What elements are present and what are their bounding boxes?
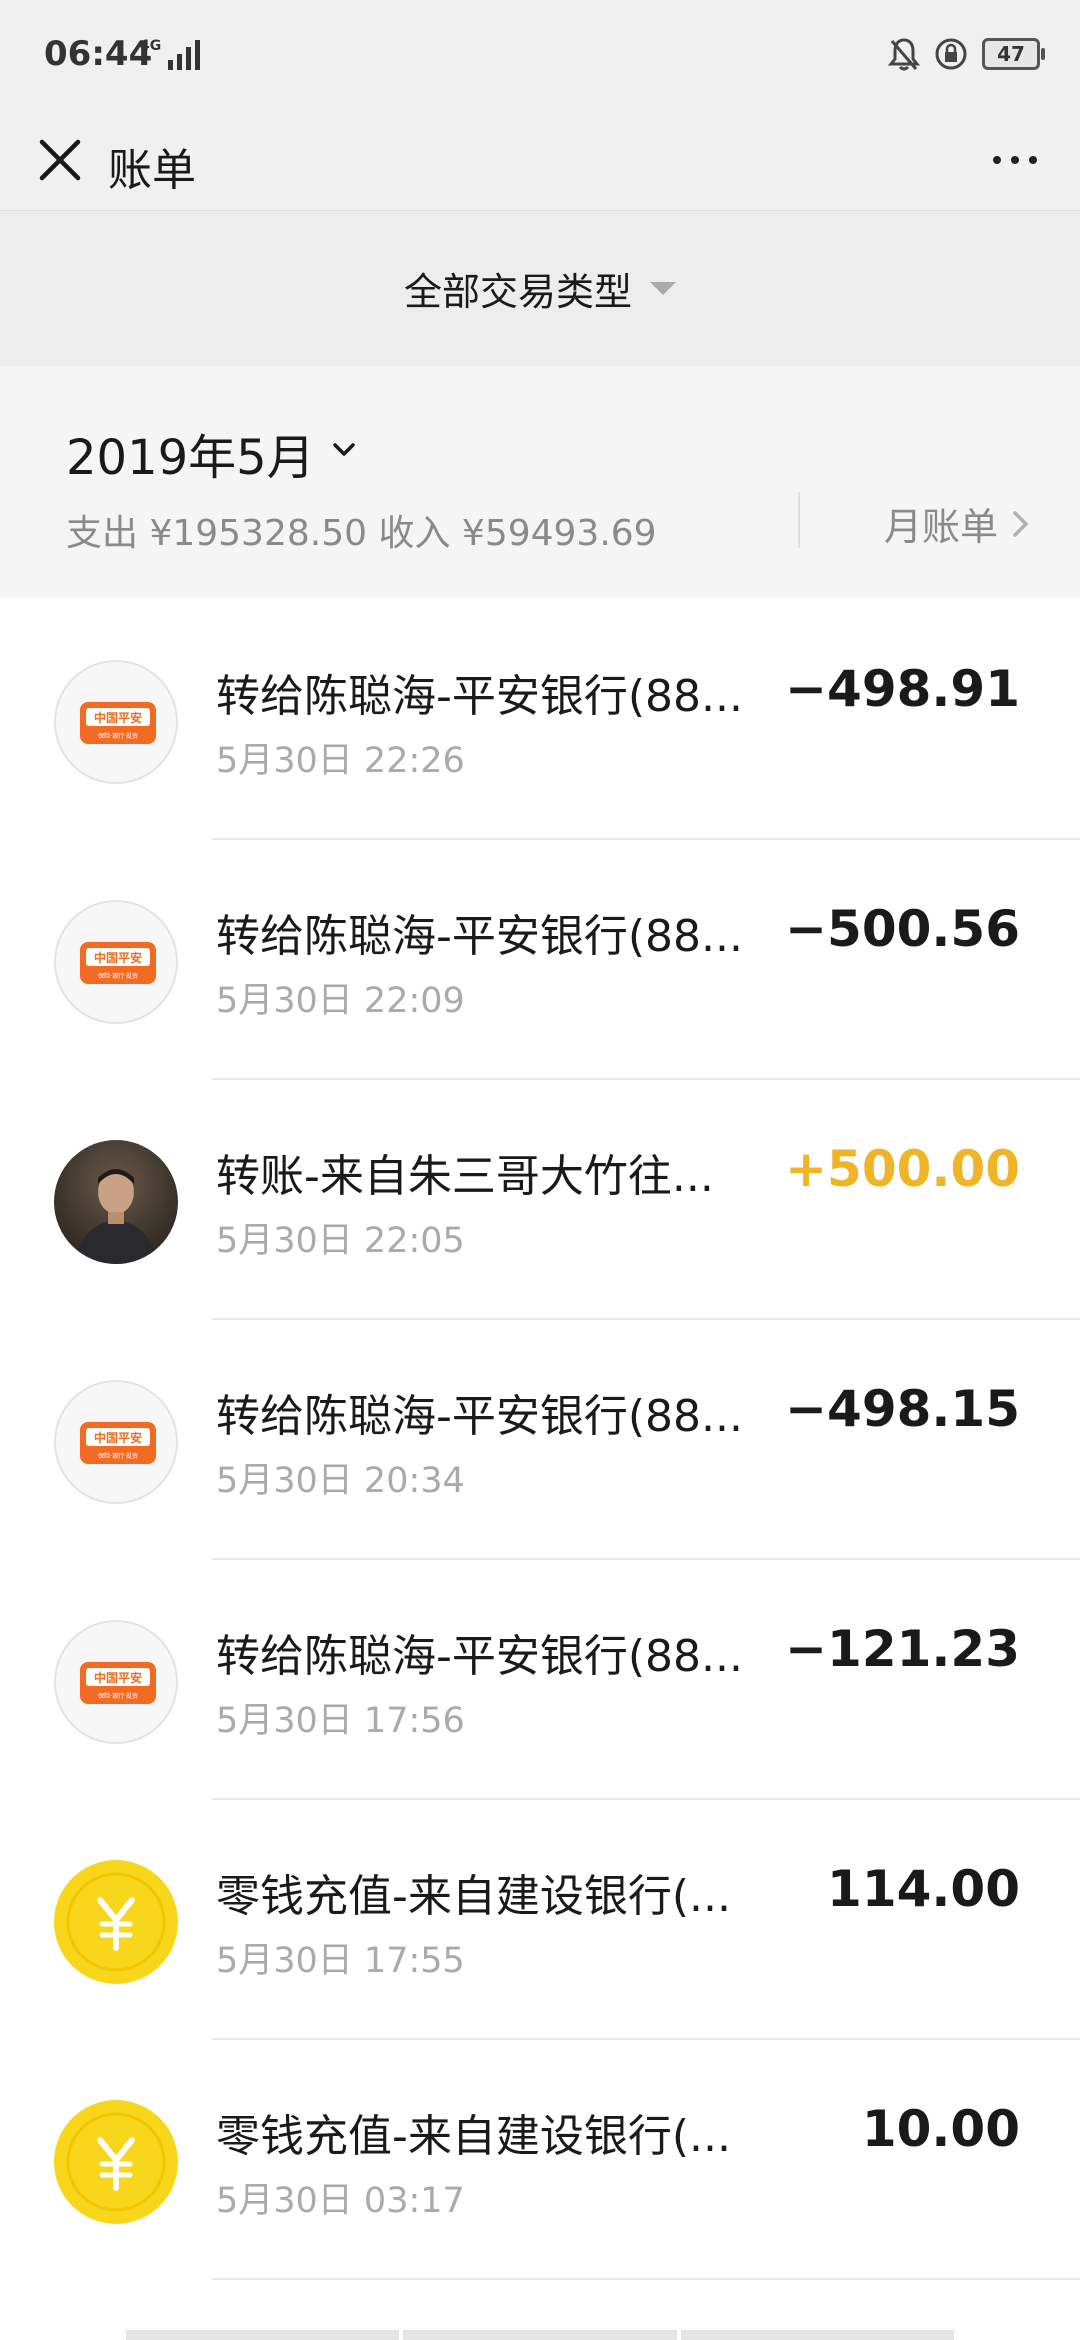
month-selector[interactable]: 2019年5月	[66, 418, 355, 488]
contact-photo	[74, 1169, 158, 1264]
mute-bell-icon	[888, 38, 920, 71]
transaction-amount: 10.00	[861, 2100, 1020, 2158]
ping-an-bank-logo-icon: 中国平安 保险·银行·投资	[80, 942, 156, 984]
filter-label: 全部交易类型	[403, 270, 632, 314]
transaction-amount: +500.00	[785, 1140, 1020, 1198]
network-type: 4G	[140, 38, 162, 54]
month-label: 2019年5月	[66, 430, 315, 486]
nav-bar: 账单	[0, 110, 1080, 211]
more-icon-dot	[1011, 156, 1019, 164]
chevron-down-icon	[332, 443, 355, 456]
divider	[798, 492, 800, 548]
svg-text:保险·银行·投资: 保险·银行·投资	[98, 1692, 138, 1700]
transaction-row[interactable]: 零钱充值-来自建设银行(... 5月30日 17:55 114.00	[0, 1800, 1080, 2040]
transaction-row[interactable]: 零钱充值-来自建设银行(... 5月30日 03:17 10.00	[0, 2040, 1080, 2280]
transaction-amount: −121.23	[785, 1620, 1020, 1678]
transaction-avatar	[54, 1140, 178, 1264]
more-button[interactable]	[980, 130, 1050, 190]
page-title: 账单	[108, 145, 196, 196]
battery-level: 47	[997, 42, 1025, 66]
transaction-title: 转给陈聪海-平安银行(88...	[216, 911, 743, 962]
transaction-time: 5月30日 17:55	[216, 1941, 465, 1981]
transaction-avatar: 中国平安 保险·银行·投资	[54, 900, 178, 1024]
transaction-avatar: 中国平安 保险·银行·投资	[54, 660, 178, 784]
transaction-avatar: 中国平安 保险·银行·投资	[54, 1620, 178, 1744]
row-divider	[212, 2278, 1080, 2280]
svg-text:中国平安: 中国平安	[94, 950, 142, 965]
transaction-avatar	[54, 1860, 178, 1984]
more-icon-dot	[1029, 156, 1037, 164]
transaction-row[interactable]: 中国平安 保险·银行·投资 转给陈聪海-平安银行(88... 5月30日 22:2…	[0, 600, 1080, 840]
more-icon	[993, 156, 1001, 164]
bottom-edge-hint	[126, 2330, 954, 2340]
rotation-lock-icon	[935, 38, 967, 70]
transaction-title: 零钱充值-来自建设银行(...	[216, 2111, 732, 2162]
svg-text:保险·银行·投资: 保险·银行·投资	[98, 1452, 138, 1460]
transaction-title: 零钱充值-来自建设银行(...	[216, 1871, 732, 1922]
ping-an-bank-logo-icon: 中国平安 保险·银行·投资	[80, 702, 156, 744]
ping-an-bank-logo-icon: 中国平安 保险·银行·投资	[80, 1662, 156, 1704]
monthly-bill-label: 月账单	[883, 505, 998, 549]
transaction-amount: −498.91	[785, 660, 1020, 718]
transaction-time: 5月30日 22:09	[216, 981, 465, 1021]
transaction-row[interactable]: 中国平安 保险·银行·投资 转给陈聪海-平安银行(88... 5月30日 17:5…	[0, 1560, 1080, 1800]
transaction-time: 5月30日 03:17	[216, 2181, 465, 2221]
ping-an-bank-logo-icon: 中国平安 保险·银行·投资	[80, 1422, 156, 1464]
svg-text:保险·银行·投资: 保险·银行·投资	[98, 732, 138, 740]
svg-text:中国平安: 中国平安	[94, 710, 142, 725]
signal-icon	[168, 40, 200, 70]
transaction-type-filter[interactable]: 全部交易类型	[0, 211, 1080, 366]
transaction-amount: −500.56	[785, 900, 1020, 958]
transaction-title: 转给陈聪海-平安银行(88...	[216, 1631, 743, 1682]
status-time: 06:44	[44, 34, 153, 74]
month-summary: 2019年5月 支出 ¥195328.50 收入 ¥59493.69 月账单	[0, 366, 1080, 598]
svg-text:中国平安: 中国平安	[94, 1670, 142, 1685]
transaction-time: 5月30日 20:34	[216, 1461, 465, 1501]
transaction-avatar: 中国平安 保险·银行·投资	[54, 1380, 178, 1504]
monthly-bill-link[interactable]: 月账单	[884, 496, 1030, 551]
transaction-amount: 114.00	[827, 1860, 1020, 1918]
month-totals: 支出 ¥195328.50 收入 ¥59493.69	[66, 513, 657, 554]
transaction-amount: −498.15	[785, 1380, 1020, 1438]
transaction-time: 5月30日 22:05	[216, 1221, 465, 1261]
transaction-list: 中国平安 保险·银行·投资 转给陈聪海-平安银行(88... 5月30日 22:2…	[0, 600, 1080, 2280]
close-icon	[39, 139, 81, 181]
close-button[interactable]	[30, 130, 90, 190]
transaction-row[interactable]: 中国平安 保险·银行·投资 转给陈聪海-平安银行(88... 5月30日 22:0…	[0, 840, 1080, 1080]
transaction-title: 转给陈聪海-平安银行(88...	[216, 671, 743, 722]
svg-text:保险·银行·投资: 保险·银行·投资	[98, 972, 138, 980]
transaction-time: 5月30日 22:26	[216, 741, 465, 781]
transaction-title: 转账-来自朱三哥大竹往...	[216, 1151, 714, 1202]
status-bar: 06:44 4G 47	[0, 0, 1080, 110]
transaction-time: 5月30日 17:56	[216, 1701, 465, 1741]
svg-text:中国平安: 中国平安	[94, 1430, 142, 1445]
battery-indicator: 47	[982, 38, 1045, 70]
transaction-title: 转给陈聪海-平安银行(88...	[216, 1391, 743, 1442]
chevron-right-icon	[1013, 510, 1028, 537]
transaction-row[interactable]: 中国平安 保险·银行·投资 转给陈聪海-平安银行(88... 5月30日 20:3…	[0, 1320, 1080, 1560]
yuan-coin-icon	[66, 2112, 166, 2212]
transaction-avatar	[54, 2100, 178, 2224]
yuan-coin-icon	[66, 1872, 166, 1972]
transaction-row[interactable]: 转账-来自朱三哥大竹往... 5月30日 22:05 +500.00	[0, 1080, 1080, 1320]
caret-down-icon	[650, 282, 676, 295]
